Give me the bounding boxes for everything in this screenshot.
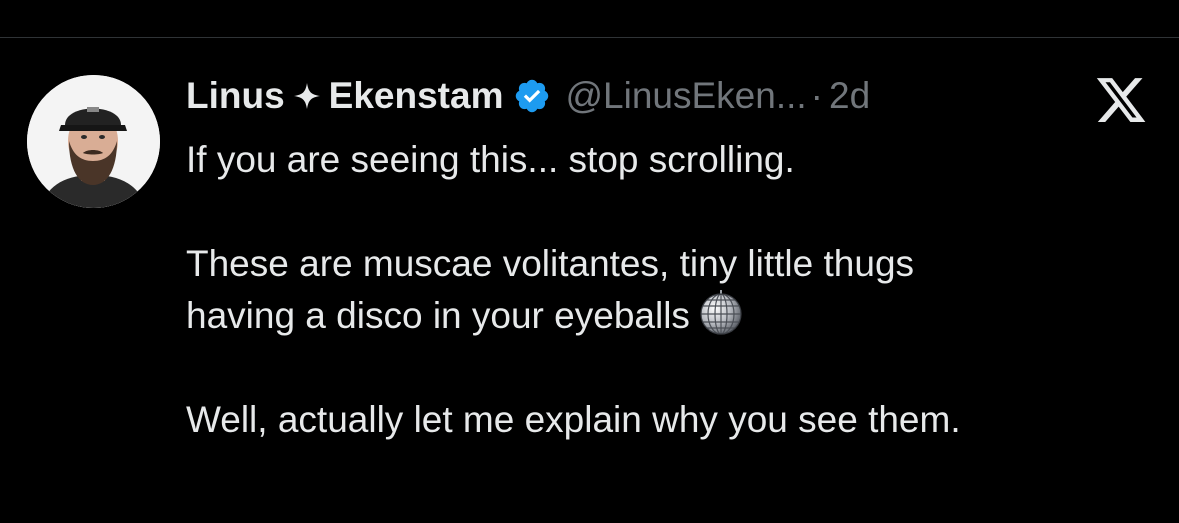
tweet-line: These are muscae volitantes, tiny little… bbox=[186, 243, 915, 284]
tweet-line-with-emoji: having a disco in your eyeballs bbox=[186, 290, 1146, 342]
meta-separator: · bbox=[810, 75, 823, 116]
author-first-name[interactable]: Linus bbox=[186, 75, 285, 117]
top-divider bbox=[0, 37, 1179, 38]
tweet-line: having a disco in your eyeballs bbox=[186, 295, 690, 336]
author-handle[interactable]: @LinusEken... bbox=[565, 75, 806, 117]
x-logo-icon[interactable] bbox=[1094, 75, 1148, 125]
verified-badge-icon bbox=[516, 79, 549, 113]
tweet-line: Well, actually let me explain why you se… bbox=[186, 399, 961, 440]
tweet-body: If you are seeing this... stop scrolling… bbox=[186, 134, 1146, 446]
mirror-ball-emoji bbox=[700, 290, 742, 335]
author-last-name[interactable]: Ekenstam bbox=[329, 75, 504, 117]
tweet-line: If you are seeing this... stop scrolling… bbox=[186, 139, 795, 180]
tweet-timestamp[interactable]: 2d bbox=[829, 75, 870, 117]
author-avatar[interactable] bbox=[27, 75, 160, 208]
four-point-star-icon bbox=[293, 83, 320, 109]
tweet-header: Linus Ekenstam @LinusEken... · 2d bbox=[186, 70, 870, 122]
